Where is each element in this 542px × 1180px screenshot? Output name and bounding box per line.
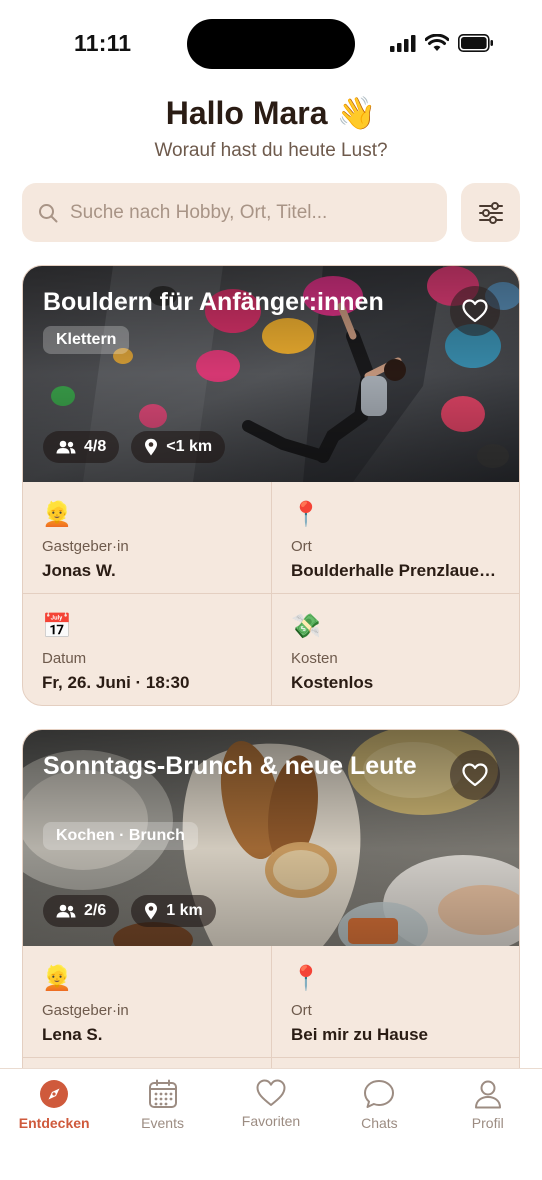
location-value: Bei mir zu Hause	[291, 1025, 428, 1044]
tab-events[interactable]: Events	[108, 1069, 216, 1180]
tab-profil[interactable]: Profil	[434, 1069, 542, 1180]
tab-chats[interactable]: Chats	[325, 1069, 433, 1180]
participants-count: 2/6	[84, 902, 107, 919]
date-value: Fr, 26. Juni · 18:30	[42, 673, 190, 692]
location-label: Ort	[291, 1002, 312, 1019]
host-info: 👱 Gastgeber·in Jonas W.	[23, 482, 271, 594]
participants-count: 4/8	[84, 438, 107, 455]
tab-favoriten[interactable]: Favoriten	[217, 1069, 325, 1180]
host-label: Gastgeber·in	[42, 538, 129, 555]
event-chips: 4/8 <1 km	[43, 431, 226, 463]
battery-icon	[458, 34, 493, 52]
event-hero-image: Bouldern für Anfänger:innen Klettern 4/8…	[23, 266, 519, 482]
status-time: 11:11	[74, 30, 132, 56]
signal-icon	[390, 34, 416, 52]
greeting-title: Hallo Mara 👋	[165, 95, 377, 131]
category-tag: Klettern	[43, 326, 130, 354]
location-pin-icon	[145, 438, 158, 456]
host-info: 👱 Gastgeber·in Lena S.	[23, 946, 271, 1058]
category-tag: Kochen · Brunch	[43, 822, 198, 850]
favorite-button[interactable]	[450, 286, 500, 336]
host-name: Jonas W.	[42, 561, 116, 580]
event-title: Bouldern für Anfänger:innen	[43, 288, 384, 316]
sliders-icon	[478, 201, 503, 224]
distance-value: <1 km	[166, 438, 213, 455]
tab-label: Profil	[471, 1115, 504, 1131]
distance-chip: <1 km	[131, 431, 226, 463]
search-icon	[39, 203, 58, 222]
cost-info: 💸 Kosten Kostenlos	[271, 594, 519, 705]
distance-chip: 1 km	[131, 895, 216, 927]
location-info: 📍 Ort Bei mir zu Hause	[271, 946, 519, 1058]
event-title: Sonntags-Brunch & neue Leute	[43, 752, 417, 780]
location-value: Boulderhalle Prenzlauer Berg	[291, 561, 501, 580]
round-pushpin-icon: 📍	[291, 501, 321, 528]
tab-label: Favoriten	[241, 1113, 301, 1129]
tab-label: Events	[141, 1115, 184, 1131]
greeting-subtitle: Worauf hast du heute Lust?	[154, 140, 388, 161]
cost-value: Kostenlos	[291, 673, 374, 692]
location-label: Ort	[291, 538, 312, 555]
distance-value: 1 km	[166, 902, 203, 919]
heart-icon	[462, 763, 488, 787]
tab-label: Chats	[361, 1115, 398, 1131]
status-icons	[390, 34, 494, 52]
filter-button[interactable]	[461, 183, 520, 242]
event-details: 👱 Gastgeber·in Jonas W. 📍 Ort Boulderhal…	[23, 482, 519, 705]
tab-label: Entdecken	[18, 1115, 90, 1131]
chat-bubble-icon	[364, 1080, 395, 1108]
tab-bar: Entdecken Events Favoriten Chats Profil	[0, 1068, 542, 1180]
host-label: Gastgeber·in	[42, 1002, 129, 1019]
date-label: Datum	[42, 650, 87, 667]
event-chips: 2/6 1 km	[43, 895, 216, 927]
cost-label: Kosten	[291, 650, 338, 667]
date-info: 📅 Datum Fr, 26. Juni · 18:30	[23, 594, 271, 705]
location-info: 📍 Ort Boulderhalle Prenzlauer Berg	[271, 482, 519, 594]
people-icon	[56, 440, 76, 454]
money-icon: 💸	[291, 613, 321, 640]
event-card[interactable]: Bouldern für Anfänger:innen Klettern 4/8…	[22, 265, 520, 706]
participants-chip: 4/8	[43, 431, 120, 463]
wifi-icon	[425, 34, 449, 51]
round-pushpin-icon: 📍	[291, 965, 321, 992]
heart-icon	[256, 1079, 286, 1106]
people-icon	[56, 904, 76, 918]
search-input[interactable]	[70, 201, 430, 224]
search-bar[interactable]	[22, 183, 447, 242]
person-icon	[474, 1080, 501, 1109]
host-avatar-icon: 👱	[42, 965, 72, 992]
calendar-emoji-icon: 📅	[42, 613, 72, 640]
favorite-button[interactable]	[450, 750, 500, 800]
compass-icon	[40, 1080, 69, 1108]
host-avatar-icon: 👱	[42, 501, 72, 528]
host-name: Lena S.	[42, 1025, 103, 1044]
participants-chip: 2/6	[43, 895, 120, 927]
dynamic-island	[187, 19, 355, 69]
status-bar: 11:11	[0, 0, 542, 88]
location-pin-icon	[145, 902, 158, 920]
event-hero-image: Sonntags-Brunch & neue Leute Kochen · Br…	[23, 730, 519, 946]
calendar-icon	[148, 1079, 177, 1108]
tab-entdecken[interactable]: Entdecken	[0, 1069, 108, 1180]
heart-icon	[462, 299, 488, 323]
